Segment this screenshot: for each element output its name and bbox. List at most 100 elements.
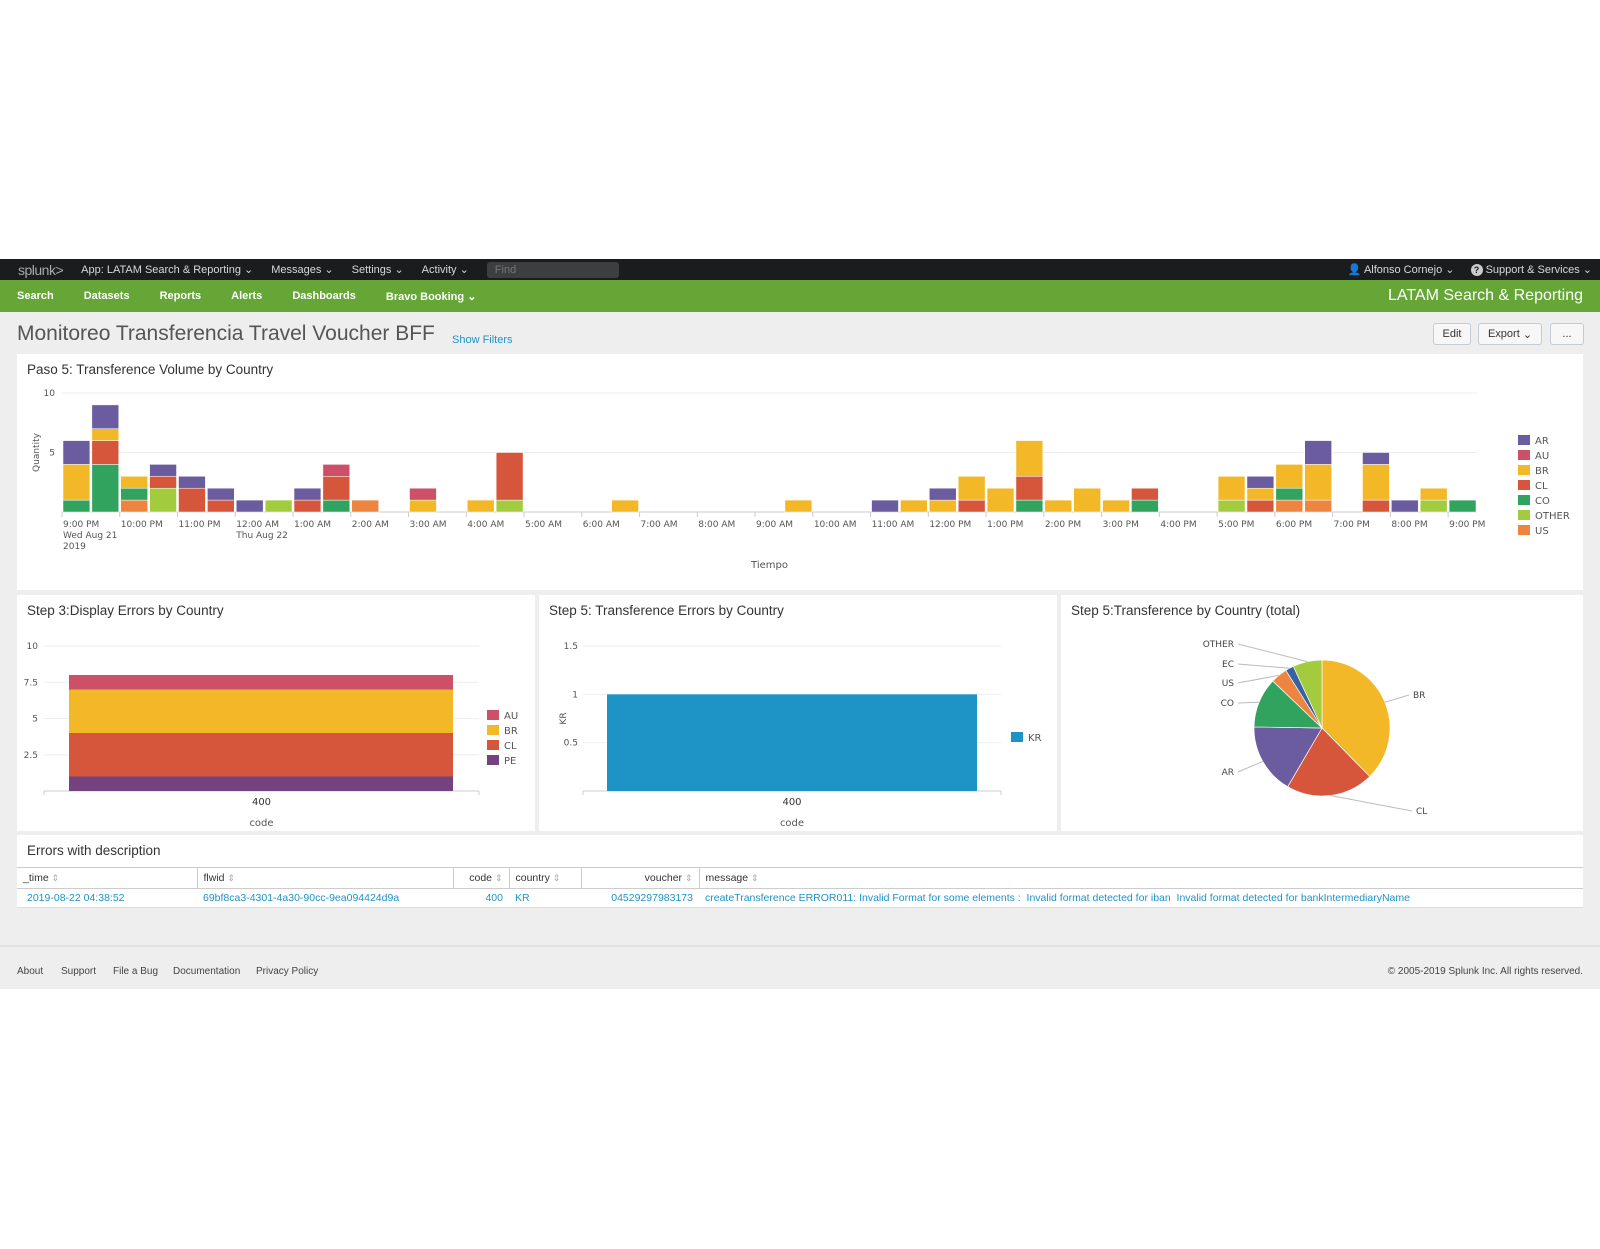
bar-segment [1131, 487, 1159, 501]
nav-datasets[interactable]: Datasets [84, 290, 130, 302]
menu-app[interactable]: App: LATAM Search & Reporting ⌄ [81, 263, 253, 276]
more-button[interactable]: ... [1550, 323, 1584, 345]
bar-segment [1044, 499, 1072, 513]
bar-segment [900, 499, 928, 513]
bar-segment [178, 487, 206, 513]
bar-segment [293, 499, 322, 513]
nav-bravo-booking[interactable]: Bravo Booking ⌄ [386, 290, 477, 303]
cell-code[interactable]: 400 [453, 888, 509, 908]
legend-swatch [487, 710, 499, 720]
bar-segment [1448, 499, 1477, 513]
menu-activity[interactable]: Activity ⌄ [422, 263, 469, 276]
x-tick-label: 4:00 PM [1160, 520, 1196, 530]
bar-segment [1015, 440, 1044, 477]
y-axis-label: Quantity [32, 432, 42, 472]
nav-alerts[interactable]: Alerts [231, 290, 262, 302]
table-row: 2019-08-22 04:38:52 69bf8ca3-4301-4a30-9… [17, 888, 1583, 908]
bar-segment [1419, 487, 1448, 501]
col-code[interactable]: code ⇕ [453, 867, 510, 889]
display-errors-chart: 10 7.5 5 2.5 400 code AU BR CL PE [24, 642, 519, 829]
menu-settings[interactable]: Settings ⌄ [352, 263, 404, 276]
bar-segment [62, 440, 91, 465]
legend-swatch [1518, 465, 1530, 475]
find-input[interactable] [486, 261, 619, 278]
footer-privacy[interactable]: Privacy Policy [256, 966, 318, 977]
panel-errors-table: Errors with description _time ⇕ flwid ⇕ … [17, 835, 1583, 908]
bar-segment [1362, 452, 1390, 465]
nav-reports[interactable]: Reports [160, 290, 202, 302]
sort-icon: ⇕ [51, 873, 60, 883]
panel-transference-volume: Paso 5: Transference Volume by Country 1… [17, 354, 1583, 590]
bar-segment [1246, 476, 1275, 489]
cell-country[interactable]: KR [509, 888, 581, 908]
pie-leader-line [1237, 643, 1308, 663]
show-filters-link[interactable]: Show Filters [452, 334, 513, 346]
errors-table: _time ⇕ flwid ⇕ code ⇕ country ⇕ voucher… [17, 867, 1583, 908]
legend-swatch [1518, 435, 1530, 445]
footer-support[interactable]: Support [61, 966, 96, 977]
x-axis-label: code [780, 818, 804, 829]
splunk-logo[interactable]: splunk> [18, 262, 64, 278]
cell-time[interactable]: 2019-08-22 04:38:52 [17, 888, 197, 908]
sort-icon: ⇕ [751, 873, 759, 883]
y-tick-label: 1 [572, 690, 578, 700]
volume-chart: 105Quantity9:00 PMWed Aug 21201910:00 PM… [32, 389, 1570, 571]
col-time[interactable]: _time ⇕ [17, 867, 198, 889]
x-tick-label: 10:00 PM [121, 520, 163, 530]
pie-leader-line [1237, 760, 1263, 773]
x-axis-label: Tiempo [750, 560, 788, 571]
bar-segment [120, 487, 148, 501]
bar-segment [91, 404, 120, 429]
bar-segment [91, 428, 120, 441]
cell-flwid[interactable]: 69bf8ca3-4301-4a30-90cc-9ea094424d9a [197, 888, 453, 908]
pie-label: BR [1413, 691, 1425, 701]
x-tick-label: 10:00 AM [814, 520, 857, 530]
x-tick-label: 6:00 AM [583, 520, 620, 530]
bar-segment [62, 464, 91, 501]
edit-button[interactable]: Edit [1433, 323, 1471, 345]
cell-message[interactable]: createTransference ERROR011: Invalid For… [699, 888, 1583, 908]
panel-display-errors: Step 3:Display Errors by Country 10 7.5 5 2… [17, 595, 535, 831]
help-icon: ? [1470, 264, 1483, 276]
x-tick-label: 3:00 PM [1103, 520, 1139, 530]
bar-segment [495, 499, 524, 513]
bar-segment [69, 776, 453, 791]
export-button[interactable]: Export ⌄ [1478, 323, 1542, 345]
bar-segment [1362, 499, 1390, 513]
bar-segment [1131, 499, 1159, 513]
col-message[interactable]: message ⇕ [699, 867, 1583, 889]
bar-segment [1275, 464, 1303, 489]
menu-messages[interactable]: Messages ⌄ [271, 263, 333, 276]
x-tick-label: 2:00 PM [1045, 520, 1081, 530]
x-tick-sublabel: Wed Aug 21 [63, 531, 117, 541]
footer-about[interactable]: About [17, 966, 43, 977]
y-tick-label: 7.5 [24, 678, 38, 688]
x-tick-label: 9:00 AM [756, 520, 793, 530]
legend-label: AR [1535, 436, 1549, 447]
user-menu[interactable]: 👤 Alfonso Cornejo ⌄ [1348, 263, 1455, 276]
bar-segment [293, 487, 322, 501]
legend-label: AU [1535, 451, 1549, 462]
bar-segment [409, 499, 437, 513]
col-country[interactable]: country ⇕ [509, 867, 582, 889]
pie-leader-line [1237, 663, 1290, 669]
support-menu[interactable]: ? Support & Services ⌄ [1470, 263, 1592, 276]
bar-segment [149, 476, 177, 489]
bar-segment [1246, 499, 1275, 513]
nav-dashboards[interactable]: Dashboards [292, 290, 356, 302]
pie-label: US [1222, 679, 1235, 689]
footer-file-bug[interactable]: File a Bug [113, 966, 158, 977]
footer-documentation[interactable]: Documentation [173, 966, 240, 977]
cell-voucher[interactable]: 04529297983173 [581, 888, 699, 908]
panel-title: Errors with description [27, 843, 161, 858]
x-tick-label: 12:00 AM [236, 520, 279, 530]
bar-segment [120, 499, 148, 513]
col-flwid[interactable]: flwid ⇕ [197, 867, 454, 889]
col-voucher[interactable]: voucher ⇕ [581, 867, 700, 889]
pie-label: CL [1416, 807, 1427, 817]
bar-segment [1304, 464, 1332, 501]
legend-label: KR [1028, 733, 1042, 744]
chevron-down-icon: ⌄ [1522, 328, 1533, 341]
pie-label: CO [1221, 699, 1234, 709]
nav-search[interactable]: Search [17, 290, 54, 302]
